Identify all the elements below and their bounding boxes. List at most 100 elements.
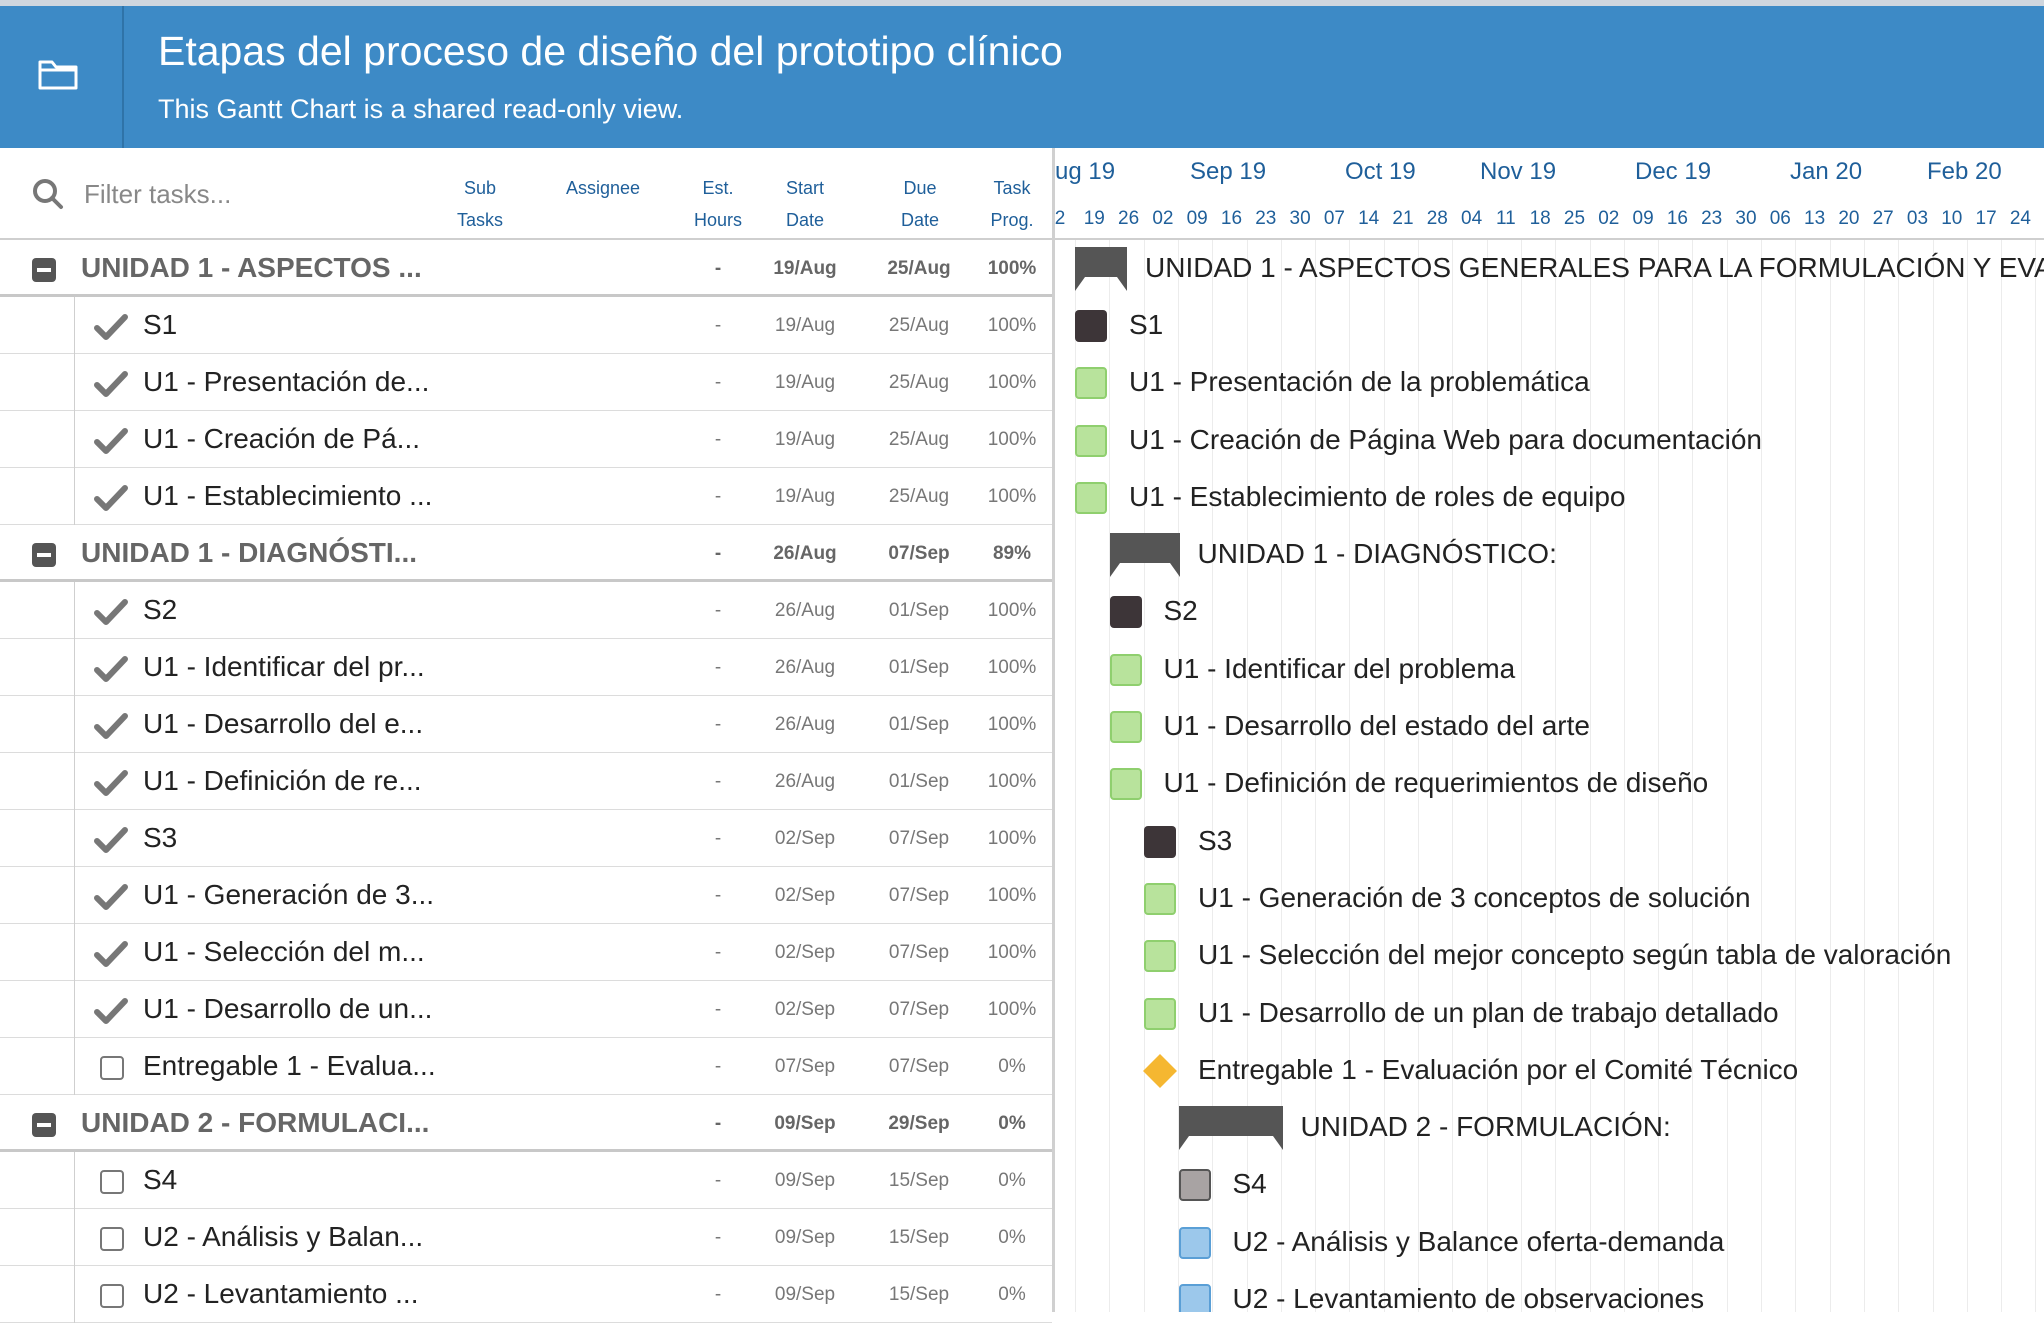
task-name[interactable]: UNIDAD 1 - ASPECTOS ... [81, 252, 422, 284]
table-row[interactable]: U1 - Desarrollo de un... - 02/Sep 07/Sep 100… [0, 981, 1052, 1038]
task-checkbox[interactable] [100, 1284, 124, 1308]
task-progress-cell: 100% [987, 999, 1037, 1020]
checkmark-icon[interactable] [94, 598, 128, 626]
table-row[interactable]: U1 - Establecimiento ... - 19/Aug 25/Aug 100… [0, 468, 1052, 525]
gantt-group-bar[interactable] [1109, 533, 1180, 578]
task-name[interactable]: S3 [143, 822, 177, 854]
gantt-task-bar[interactable] [1075, 481, 1107, 514]
task-checkbox[interactable] [100, 1170, 124, 1194]
checkmark-icon[interactable] [94, 370, 128, 398]
task-group-row[interactable]: UNIDAD 1 - DIAGNÓSTI... - 26/Aug 07/Sep 89% [0, 525, 1052, 582]
tree-connector [74, 867, 75, 924]
collapse-group-icon[interactable] [32, 258, 56, 282]
est-hours-cell: - [714, 372, 722, 393]
task-name[interactable]: U1 - Desarrollo del e... [143, 708, 423, 740]
table-row[interactable]: U1 - Presentación de... - 19/Aug 25/Aug 100% [0, 354, 1052, 411]
task-checkbox[interactable] [100, 1227, 124, 1251]
collapse-group-icon[interactable] [32, 543, 56, 567]
task-name[interactable]: S1 [143, 309, 177, 341]
tree-connector [74, 354, 75, 411]
due-date-cell: 15/Sep [888, 1170, 950, 1191]
column-header-start-date[interactable]: Start Date [775, 172, 835, 236]
checkmark-icon[interactable] [94, 769, 128, 797]
due-date-cell: 07/Sep [888, 1056, 950, 1077]
gantt-task-bar[interactable] [1109, 653, 1142, 686]
timeline-week-label: 20 [1838, 208, 1860, 229]
gantt-task-bar[interactable] [1144, 882, 1176, 915]
gantt-task-bar[interactable] [1144, 997, 1176, 1030]
due-date-cell: 25/Aug [888, 486, 950, 507]
task-name[interactable]: S4 [143, 1164, 177, 1196]
checkmark-icon[interactable] [94, 655, 128, 683]
gantt-task-bar[interactable] [1178, 1226, 1211, 1259]
task-name[interactable]: UNIDAD 2 - FORMULACI... [81, 1107, 429, 1139]
table-row[interactable]: U2 - Análisis y Balan... - 09/Sep 15/Sep 0% [0, 1209, 1052, 1266]
gantt-task-bar[interactable] [1144, 940, 1176, 973]
checkmark-icon[interactable] [94, 940, 128, 968]
task-name[interactable]: U2 - Análisis y Balan... [143, 1221, 423, 1253]
task-name[interactable]: U1 - Desarrollo de un... [143, 993, 432, 1025]
task-progress-cell: 0% [998, 1113, 1026, 1134]
task-name[interactable]: U1 - Selección del m... [143, 936, 425, 968]
table-row[interactable]: S3 - 02/Sep 07/Sep 100% [0, 810, 1052, 867]
task-name[interactable]: U1 - Definición de re... [143, 765, 422, 797]
column-header-due-date[interactable]: Due Date [890, 172, 950, 236]
task-name[interactable]: U1 - Establecimiento ... [143, 480, 432, 512]
task-name[interactable]: U2 - Levantamiento ... [143, 1278, 418, 1310]
table-row[interactable]: S4 - 09/Sep 15/Sep 0% [0, 1152, 1052, 1209]
table-row[interactable]: U1 - Creación de Pá... - 19/Aug 25/Aug 100% [0, 411, 1052, 468]
gantt-task-bar[interactable] [1178, 1284, 1211, 1312]
due-date-cell: 25/Aug [888, 429, 950, 450]
milestone-diamond[interactable] [1143, 1053, 1177, 1088]
search-icon[interactable] [32, 178, 64, 215]
checkmark-icon[interactable] [94, 313, 128, 341]
task-name[interactable]: Entregable 1 - Evalua... [143, 1050, 436, 1082]
table-row[interactable]: U1 - Definición de re... - 26/Aug 01/Sep 100… [0, 753, 1052, 810]
gantt-group-bar[interactable] [1178, 1106, 1283, 1151]
checkmark-icon[interactable] [94, 883, 128, 911]
checkmark-icon[interactable] [94, 826, 128, 854]
gantt-task-bar[interactable] [1109, 711, 1142, 744]
folder-button[interactable] [0, 6, 124, 148]
gantt-bar-label: U1 - Selección del mejor concepto según … [1198, 939, 1952, 971]
column-header-est-hours[interactable]: Est. Hours [690, 172, 746, 236]
checkmark-icon[interactable] [94, 712, 128, 740]
gantt-group-bar[interactable] [1075, 246, 1127, 291]
task-group-row[interactable]: UNIDAD 2 - FORMULACI... - 09/Sep 29/Sep 0% [0, 1095, 1052, 1152]
gantt-task-bar[interactable] [1109, 596, 1142, 629]
task-progress-cell: 100% [987, 315, 1037, 336]
table-row[interactable]: U1 - Desarrollo del e... - 26/Aug 01/Sep 100… [0, 696, 1052, 753]
timeline-week-label: 07 [1323, 208, 1345, 229]
column-header-task-progress[interactable]: Task Prog. [982, 172, 1042, 236]
task-name[interactable]: UNIDAD 1 - DIAGNÓSTI... [81, 537, 417, 569]
table-row[interactable]: U1 - Identificar del pr... - 26/Aug 01/Sep 1… [0, 639, 1052, 696]
checkmark-icon[interactable] [94, 484, 128, 512]
gantt-task-bar[interactable] [1178, 1169, 1211, 1202]
column-header-assignee[interactable]: Assignee [555, 172, 651, 204]
task-name[interactable]: S2 [143, 594, 177, 626]
task-group-row[interactable]: UNIDAD 1 - ASPECTOS ... - 19/Aug 25/Aug 100% [0, 240, 1052, 297]
start-date-cell: 19/Aug [774, 429, 836, 450]
checkmark-icon[interactable] [94, 427, 128, 455]
task-name[interactable]: U1 - Creación de Pá... [143, 423, 420, 455]
gantt-task-bar[interactable] [1144, 825, 1176, 858]
filter-tasks-input[interactable] [84, 174, 424, 214]
table-row[interactable]: S2 - 26/Aug 01/Sep 100% [0, 582, 1052, 639]
column-header-sub-tasks[interactable]: Sub Tasks [455, 172, 505, 236]
table-row[interactable]: S1 - 19/Aug 25/Aug 100% [0, 297, 1052, 354]
table-row[interactable]: Entregable 1 - Evalua... - 07/Sep 07/Sep 0% [0, 1038, 1052, 1095]
table-row[interactable]: U2 - Levantamiento ... - 09/Sep 15/Sep 0% [0, 1266, 1052, 1323]
gantt-task-bar[interactable] [1109, 768, 1142, 801]
gantt-task-bar[interactable] [1075, 309, 1107, 342]
table-row[interactable]: U1 - Generación de 3... - 02/Sep 07/Sep 100% [0, 867, 1052, 924]
task-name[interactable]: U1 - Identificar del pr... [143, 651, 425, 683]
task-name[interactable]: U1 - Generación de 3... [143, 879, 434, 911]
gantt-task-bar[interactable] [1075, 424, 1107, 457]
task-name[interactable]: U1 - Presentación de... [143, 366, 429, 398]
checkmark-icon[interactable] [94, 997, 128, 1025]
collapse-group-icon[interactable] [32, 1113, 56, 1137]
table-row[interactable]: U1 - Selección del m... - 02/Sep 07/Sep 100% [0, 924, 1052, 981]
gantt-task-bar[interactable] [1075, 367, 1107, 400]
gantt-bar-label: U2 - Análisis y Balance oferta-demanda [1232, 1225, 1725, 1257]
task-checkbox[interactable] [100, 1056, 124, 1080]
